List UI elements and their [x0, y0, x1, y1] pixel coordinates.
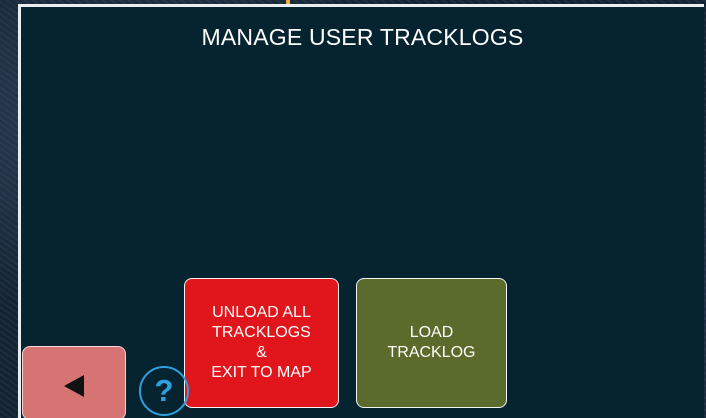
page-title: MANAGE USER TRACKLOGS — [201, 24, 524, 50]
help-button[interactable]: ? — [139, 366, 189, 416]
back-arrow-icon — [64, 375, 84, 397]
unload-all-tracklogs-label: UNLOAD ALL TRACKLOGS & EXIT TO MAP — [211, 304, 312, 381]
load-tracklog-button[interactable]: LOAD TRACKLOG — [356, 278, 507, 408]
load-tracklog-label: LOAD TRACKLOG — [387, 324, 476, 361]
help-icon: ? — [154, 373, 174, 408]
back-button[interactable] — [22, 346, 126, 418]
unload-all-tracklogs-button[interactable]: UNLOAD ALL TRACKLOGS & EXIT TO MAP — [184, 278, 339, 408]
